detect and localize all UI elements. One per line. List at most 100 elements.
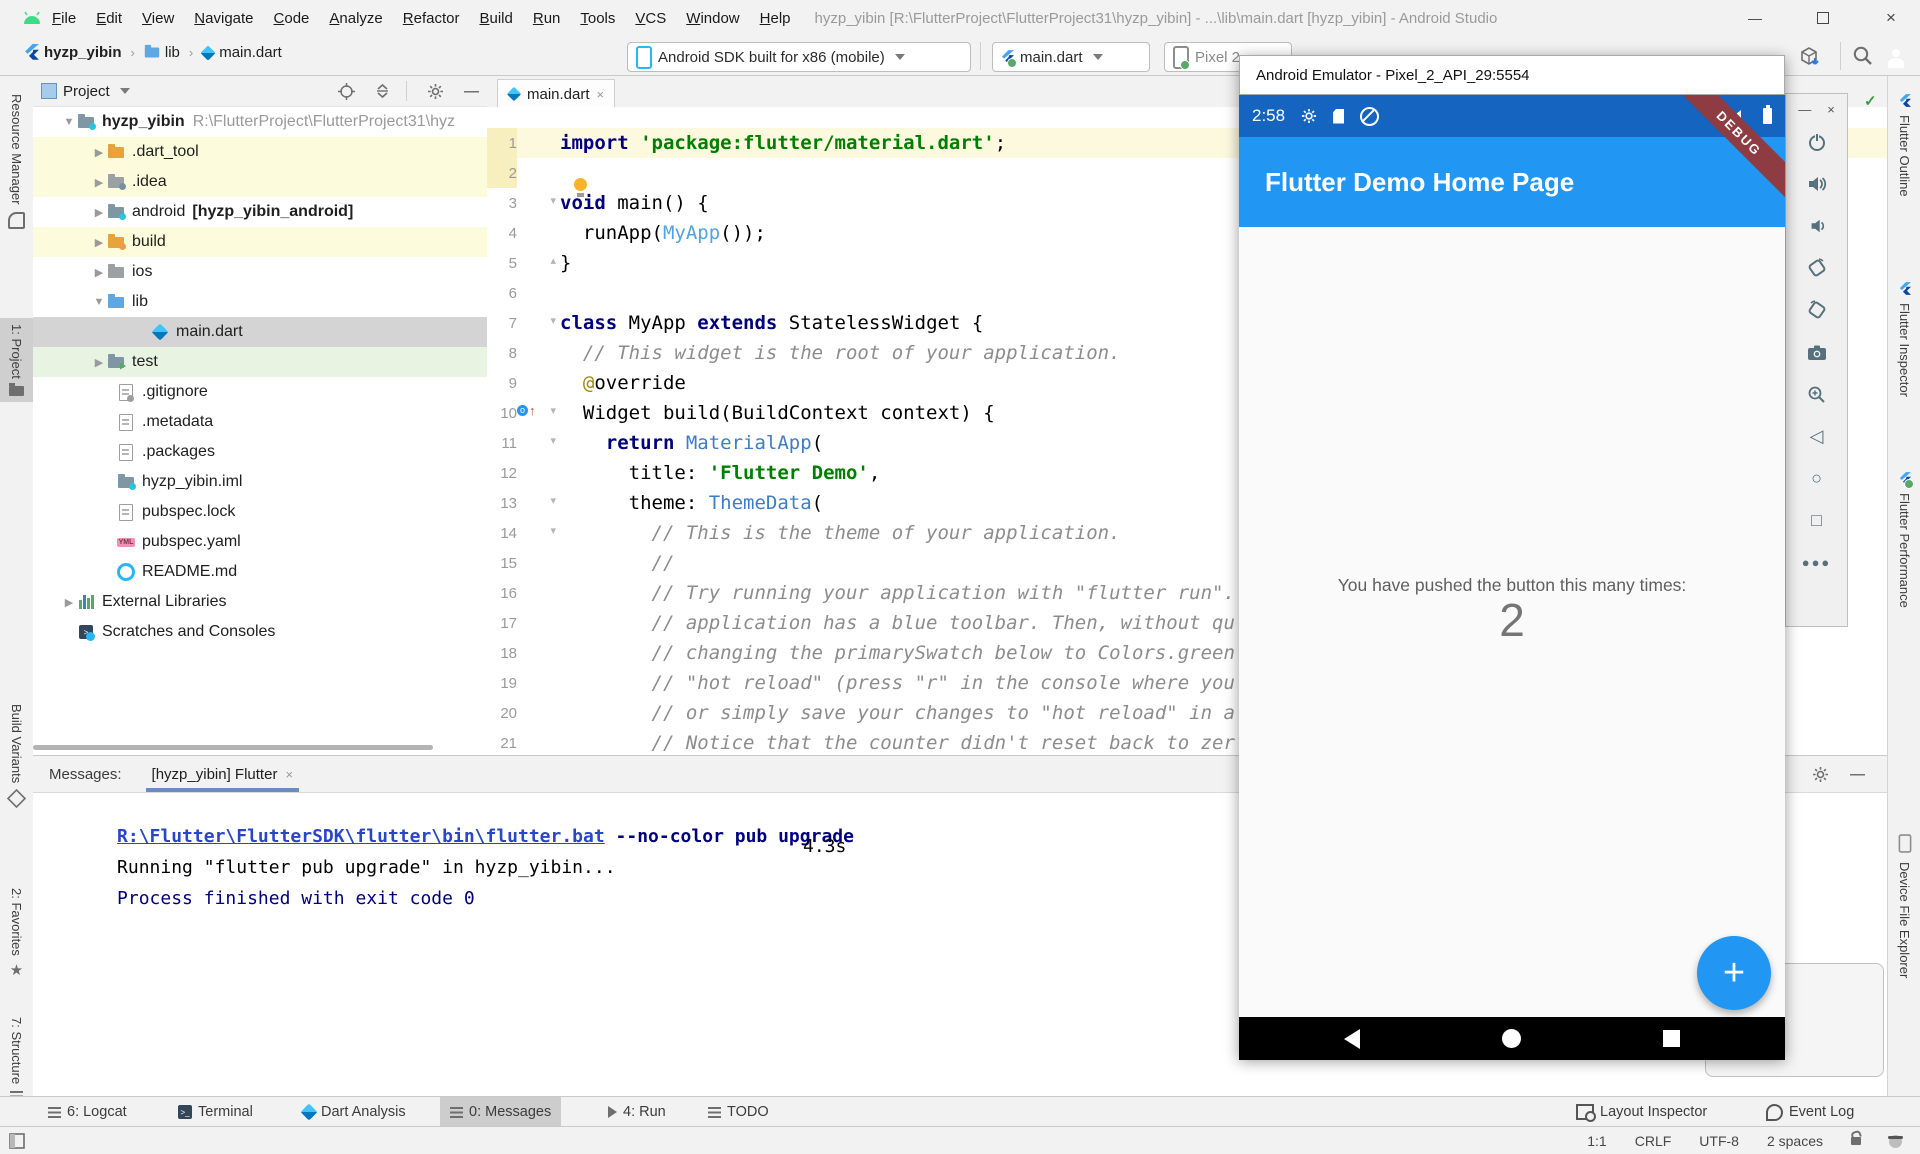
chevron-expanded-icon[interactable]: ▼	[91, 296, 107, 308]
stripe-flutter-performance[interactable]: Flutter Performance	[1888, 466, 1920, 614]
tree-row-gitignore[interactable]: .gitignore	[33, 377, 487, 407]
breadcrumb-file[interactable]: main.dart	[219, 44, 282, 61]
tree-row-pubspec-lock[interactable]: pubspec.lock	[33, 497, 487, 527]
stripe-project[interactable]: 1: Project	[0, 318, 33, 402]
caret-position[interactable]: 1:1	[1587, 1133, 1606, 1149]
tree-row-root[interactable]: ▼ hyzp_yibin R:\FlutterProject\FlutterPr…	[33, 107, 487, 137]
volume-up-icon[interactable]	[1786, 163, 1847, 205]
fold-marker-icon[interactable]: ▾	[550, 526, 556, 537]
emulator-back-icon[interactable]: ◁	[1786, 415, 1847, 457]
toolwindow-toggle-icon[interactable]	[8, 1132, 26, 1150]
emulator-screen[interactable]: 2:58 DEBUG Flutter Demo Home Page You ha…	[1239, 95, 1785, 1060]
stripe-favorites[interactable]: 2: Favorites ★	[0, 882, 33, 984]
overriding-method-icon[interactable]: o	[517, 405, 528, 416]
menu-view[interactable]: View	[132, 2, 184, 35]
tree-row-build[interactable]: ▶ build	[33, 227, 487, 257]
power-icon[interactable]	[1786, 121, 1847, 163]
menu-run[interactable]: Run	[523, 2, 571, 35]
project-panel-title[interactable]: Project	[63, 83, 110, 100]
fold-marker-icon[interactable]: ▾	[550, 406, 556, 417]
nav-home-icon[interactable]	[1502, 1029, 1521, 1048]
menu-window[interactable]: Window	[676, 2, 749, 35]
toolwindow-messages-active[interactable]: 0: Messages	[440, 1097, 561, 1127]
rotate-left-icon[interactable]	[1786, 247, 1847, 289]
stripe-structure[interactable]: 7: Structure	[0, 1011, 33, 1108]
stripe-build-variants[interactable]: Build Variants	[0, 698, 33, 813]
close-window-icon[interactable]: ×	[1878, 7, 1904, 29]
tree-row-scratches[interactable]: > Scratches and Consoles	[33, 617, 487, 647]
screenshot-camera-icon[interactable]	[1786, 331, 1847, 373]
tree-row-readme[interactable]: README.md	[33, 557, 487, 587]
line-separator[interactable]: CRLF	[1635, 1133, 1672, 1149]
chevron-collapsed-icon[interactable]: ▶	[91, 146, 107, 159]
minimize-window-icon[interactable]: —	[1742, 7, 1768, 29]
breadcrumb-lib[interactable]: lib	[165, 44, 180, 61]
tree-row-idea[interactable]: ▶ .idea	[33, 167, 487, 197]
menu-file[interactable]: File	[42, 2, 86, 35]
breadcrumb-project[interactable]: hyzp_yibin	[44, 44, 122, 61]
collapse-all-icon[interactable]	[375, 83, 390, 99]
toolwindow-event-log[interactable]: Event Log	[1756, 1097, 1864, 1127]
tree-row-packages[interactable]: .packages	[33, 437, 487, 467]
toolwindow-todo[interactable]: TODO	[698, 1097, 779, 1127]
fold-marker-icon[interactable]: ▾	[550, 316, 556, 327]
tree-row-test[interactable]: ▶ test	[33, 347, 487, 377]
chevron-collapsed-icon[interactable]: ▶	[91, 176, 107, 189]
settings-gear-icon[interactable]	[1812, 766, 1829, 783]
menu-navigate[interactable]: Navigate	[184, 2, 263, 35]
close-tab-icon[interactable]: ×	[285, 767, 293, 782]
chevron-collapsed-icon[interactable]: ▶	[91, 266, 107, 279]
emulator-overview-icon[interactable]: □	[1786, 499, 1847, 541]
stripe-flutter-outline[interactable]: Flutter Outline	[1888, 88, 1920, 203]
nav-overview-icon[interactable]	[1663, 1030, 1680, 1047]
toolwindow-dart-analysis[interactable]: Dart Analysis	[293, 1097, 416, 1127]
chevron-collapsed-icon[interactable]: ▶	[91, 236, 107, 249]
settings-gear-icon[interactable]	[427, 83, 444, 100]
tab-main-dart[interactable]: main.dart ×	[497, 79, 615, 108]
menu-edit[interactable]: Edit	[86, 2, 132, 35]
fold-marker-icon[interactable]: ▾	[550, 436, 556, 447]
more-options-icon[interactable]: ●●●	[1786, 541, 1847, 583]
rotate-right-icon[interactable]	[1786, 289, 1847, 331]
hide-panel-icon[interactable]: —	[464, 83, 479, 100]
menu-code[interactable]: Code	[264, 2, 320, 35]
close-tab-icon[interactable]: ×	[597, 87, 605, 102]
emulator-home-icon[interactable]: ○	[1786, 457, 1847, 499]
tree-row-android[interactable]: ▶ android [hyzp_yibin_android]	[33, 197, 487, 227]
tree-row-ios[interactable]: ▶ ios	[33, 257, 487, 287]
tree-row-iml[interactable]: hyzp_yibin.iml	[33, 467, 487, 497]
fold-marker-icon[interactable]: ▾	[550, 496, 556, 507]
chevron-down-icon[interactable]	[120, 88, 130, 94]
menu-refactor[interactable]: Refactor	[393, 2, 470, 35]
zoom-icon[interactable]	[1786, 373, 1847, 415]
locate-file-icon[interactable]	[338, 83, 355, 100]
chevron-collapsed-icon[interactable]: ▶	[61, 596, 77, 609]
horizontal-scrollbar[interactable]	[33, 745, 433, 750]
readonly-lock-icon[interactable]	[1851, 1137, 1861, 1145]
stripe-flutter-inspector[interactable]: Flutter Inspector	[1888, 276, 1920, 403]
inspections-ok-icon[interactable]: ✓	[1864, 92, 1877, 110]
chevron-collapsed-icon[interactable]: ▶	[91, 206, 107, 219]
device-selector-dropdown[interactable]: Android SDK built for x86 (mobile)	[627, 42, 971, 72]
menu-build[interactable]: Build	[469, 2, 522, 35]
toolwindow-terminal[interactable]: >_ Terminal	[168, 1097, 263, 1127]
tree-row-external-libraries[interactable]: ▶ External Libraries	[33, 587, 487, 617]
emulator-title-bar[interactable]: Android Emulator - Pixel_2_API_29:5554	[1239, 55, 1785, 95]
messages-flutter-tab[interactable]: [hyzp_yibin] Flutter ×	[146, 756, 299, 792]
menu-vcs[interactable]: VCS	[625, 2, 676, 35]
toolwindow-layout-inspector[interactable]: Layout Inspector	[1566, 1097, 1717, 1127]
fold-marker-icon[interactable]: ▴	[550, 256, 556, 267]
file-encoding[interactable]: UTF-8	[1699, 1133, 1739, 1149]
menu-analyze[interactable]: Analyze	[319, 2, 392, 35]
toolwindow-logcat[interactable]: 6: Logcat	[38, 1097, 137, 1127]
tree-row-metadata[interactable]: .metadata	[33, 407, 487, 437]
nav-back-icon[interactable]	[1344, 1029, 1360, 1049]
menu-help[interactable]: Help	[750, 2, 801, 35]
chevron-collapsed-icon[interactable]: ▶	[91, 356, 107, 369]
tree-row-main-dart-selected[interactable]: main.dart	[33, 317, 487, 347]
indent-setting[interactable]: 2 spaces	[1767, 1133, 1823, 1149]
maximize-window-icon[interactable]	[1810, 7, 1836, 29]
highlighting-level-icon[interactable]	[1889, 1135, 1902, 1148]
stripe-device-file-explorer[interactable]: Device File Explorer	[1888, 826, 1920, 984]
tree-row-dart-tool[interactable]: ▶ .dart_tool	[33, 137, 487, 167]
